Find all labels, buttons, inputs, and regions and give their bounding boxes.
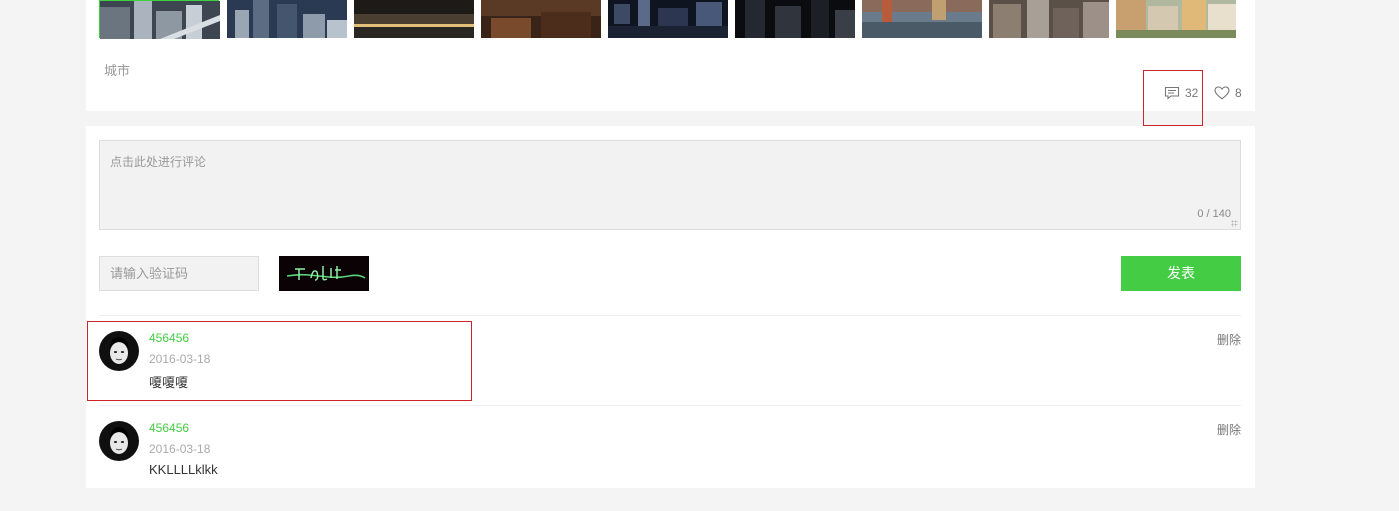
captcha-input[interactable]: 请输入验证码: [99, 256, 259, 291]
delete-button[interactable]: 删除: [1217, 421, 1241, 438]
resize-handle-icon[interactable]: [1231, 220, 1238, 227]
comment-username[interactable]: 456456: [149, 331, 189, 345]
avatar[interactable]: [99, 421, 139, 461]
comment-item: 456456 2016-03-18 KKLLLLklkk 删除: [99, 421, 1241, 511]
thumbnail-3[interactable]: [354, 0, 474, 38]
post-tag: 城市: [104, 63, 131, 78]
divider: [99, 405, 1241, 406]
comment-date: 2016-03-18: [149, 352, 211, 366]
comment-date: 2016-03-18: [149, 442, 211, 456]
comment-text: KKLLLLklkk: [149, 462, 218, 477]
avatar[interactable]: [99, 331, 139, 371]
char-counter: 0 / 140: [1197, 208, 1231, 220]
thumbnail-5[interactable]: [608, 0, 728, 38]
thumbnail-2[interactable]: [227, 0, 347, 38]
divider: [99, 315, 1241, 316]
publish-button[interactable]: 发表: [1121, 256, 1241, 291]
comment-count-button[interactable]: 32: [1164, 86, 1198, 100]
comment-placeholder: 点击此处进行评论: [110, 155, 207, 169]
comment-username[interactable]: 456456: [149, 421, 189, 435]
comment-count: 32: [1185, 86, 1199, 100]
comment-bubble-icon: [1164, 86, 1180, 100]
comments-section: 点击此处进行评论 0 / 140 请输入验证码 发表 456456 2016-0…: [86, 126, 1255, 488]
thumbnail-7[interactable]: [862, 0, 982, 38]
thumbnail-1[interactable]: [99, 0, 220, 39]
thumbnail-6[interactable]: [735, 0, 855, 38]
captcha-image[interactable]: [279, 256, 369, 291]
comment-textarea[interactable]: 点击此处进行评论 0 / 140: [99, 140, 1241, 230]
like-count: 8: [1235, 86, 1242, 100]
post-card: 城市 32 8: [86, 0, 1255, 126]
comment-text: 嗄嗄嗄: [149, 375, 189, 390]
thumbnail-4[interactable]: [481, 0, 601, 38]
heart-icon: [1214, 86, 1230, 100]
comment-item: 456456 2016-03-18 嗄嗄嗄 删除: [99, 331, 1241, 421]
delete-button[interactable]: 删除: [1217, 331, 1241, 348]
like-button[interactable]: 8: [1214, 86, 1242, 100]
thumbnail-8[interactable]: [989, 0, 1109, 38]
thumbnail-9[interactable]: [1116, 0, 1236, 38]
